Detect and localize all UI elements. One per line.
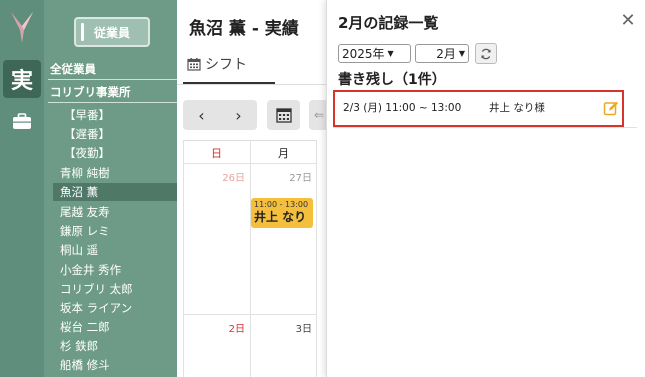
sidebar-employee[interactable]: 桐山 遥 <box>60 241 98 259</box>
day-number[interactable]: 2日 <box>183 320 245 335</box>
sidebar-employee[interactable]: 杉 鉄郎 <box>60 337 98 355</box>
rail-actuals-button[interactable]: 実 <box>3 60 41 98</box>
tab-baseline <box>177 84 327 85</box>
weekday-monday: 月 <box>278 147 289 160</box>
sidebar-employee[interactable]: 尾越 友寿 <box>60 203 110 221</box>
day-number[interactable]: 27日 <box>250 169 312 184</box>
app-logo <box>11 12 33 43</box>
close-icon[interactable]: ✕ <box>620 12 636 30</box>
year-select[interactable]: 2025年 ▼ <box>338 44 411 63</box>
sidebar-group-late[interactable]: 【遅番】 <box>64 125 110 143</box>
tool-icon: ⇐ <box>313 108 325 122</box>
day-number[interactable]: 3日 <box>250 320 312 335</box>
employee-toggle-button[interactable]: 従業員 <box>74 17 150 47</box>
edit-icon[interactable] <box>603 100 619 116</box>
section-heading: 書き残し（1件） <box>338 72 446 88</box>
sidebar-employee-selected[interactable]: 魚沼 薫 <box>53 183 177 201</box>
briefcase-icon <box>13 112 31 129</box>
left-rail: 実 <box>0 0 44 377</box>
refresh-button[interactable] <box>475 43 497 64</box>
sidebar-office[interactable]: コリブリ事業所 <box>50 83 177 101</box>
sidebar-all-employees[interactable]: 全従業員 <box>50 60 177 78</box>
employee-sidebar: 従業員 全従業員 コリブリ事業所 【早番】 【遅番】 【夜勤】 青柳 純樹 魚沼… <box>44 0 177 377</box>
tab-shift[interactable]: シフト <box>187 54 247 74</box>
rail-actuals-label: 実 <box>10 69 33 94</box>
records-panel: 2月の記録一覧 ✕ 2025年 ▼ 2月 ▼ 書き残し（1件） 2/3 (月) … <box>326 0 645 377</box>
shift-event-name: 井上 なり <box>254 210 307 224</box>
sidebar-employee[interactable]: 鎌原 レミ <box>60 222 110 240</box>
prev-button[interactable]: ‹ <box>183 100 220 130</box>
chevron-down-icon: ▼ <box>458 49 465 58</box>
shift-event-time: 11:00 - 13:00 <box>254 200 309 209</box>
month-select[interactable]: 2月 ▼ <box>415 44 469 63</box>
sidebar-employee[interactable]: 小金井 秀作 <box>60 261 121 279</box>
month-select-value: 2月 <box>436 47 456 61</box>
tab-shift-label: シフト <box>205 57 247 73</box>
calendar-row-line <box>183 314 317 315</box>
chevron-down-icon: ▼ <box>387 49 394 58</box>
sidebar-employee[interactable]: 船橋 修斗 <box>60 356 110 374</box>
record-row[interactable]: 2/3 (月) 11:00 ~ 13:00 井上 なり様 <box>333 90 624 127</box>
record-person: 井上 なり様 <box>489 102 545 114</box>
employee-toggle-label: 従業員 <box>93 25 130 40</box>
sidebar-employee[interactable]: コリブリ 太郎 <box>60 280 133 298</box>
year-select-value: 2025年 <box>342 47 385 61</box>
next-button[interactable]: › <box>220 100 257 130</box>
record-divider <box>333 127 637 128</box>
sidebar-employee[interactable]: 桜台 二郎 <box>60 318 110 336</box>
record-datetime: 2/3 (月) 11:00 ~ 13:00 <box>343 102 462 114</box>
day-number[interactable]: 26日 <box>183 169 245 184</box>
weekday-sunday: 日 <box>211 147 222 160</box>
app: 実 従業員 全従業員 コリブリ事業所 【早番】 【遅番】 【夜勤】 青柳 純樹 … <box>0 0 645 377</box>
page-title: 魚沼 薫 - 実績 <box>189 19 299 39</box>
rail-briefcase-button[interactable] <box>3 102 41 140</box>
sidebar-group-night[interactable]: 【夜勤】 <box>64 144 110 162</box>
sidebar-group-early[interactable]: 【早番】 <box>64 106 110 124</box>
sidebar-divider <box>48 79 177 80</box>
refresh-icon <box>481 48 491 59</box>
sidebar-employee[interactable]: 青柳 純樹 <box>60 164 110 182</box>
calendar-column-divider <box>316 141 317 377</box>
calendar-grid: 日 月 26日 27日 2日 3日 <box>183 140 317 377</box>
calendar-grid-icon <box>275 108 292 123</box>
panel-title: 2月の記録一覧 <box>338 14 439 32</box>
period-nav: ‹ › <box>183 100 257 130</box>
calendar-icon <box>187 58 201 71</box>
date-picker-button[interactable] <box>267 100 300 130</box>
sidebar-employee[interactable]: 坂本 ライアン <box>60 299 132 317</box>
shift-event[interactable]: 11:00 - 13:00 井上 なり <box>251 198 313 228</box>
calendar-row-line <box>183 163 317 164</box>
sidebar-divider <box>48 102 177 103</box>
button-accent-bar <box>81 23 84 41</box>
